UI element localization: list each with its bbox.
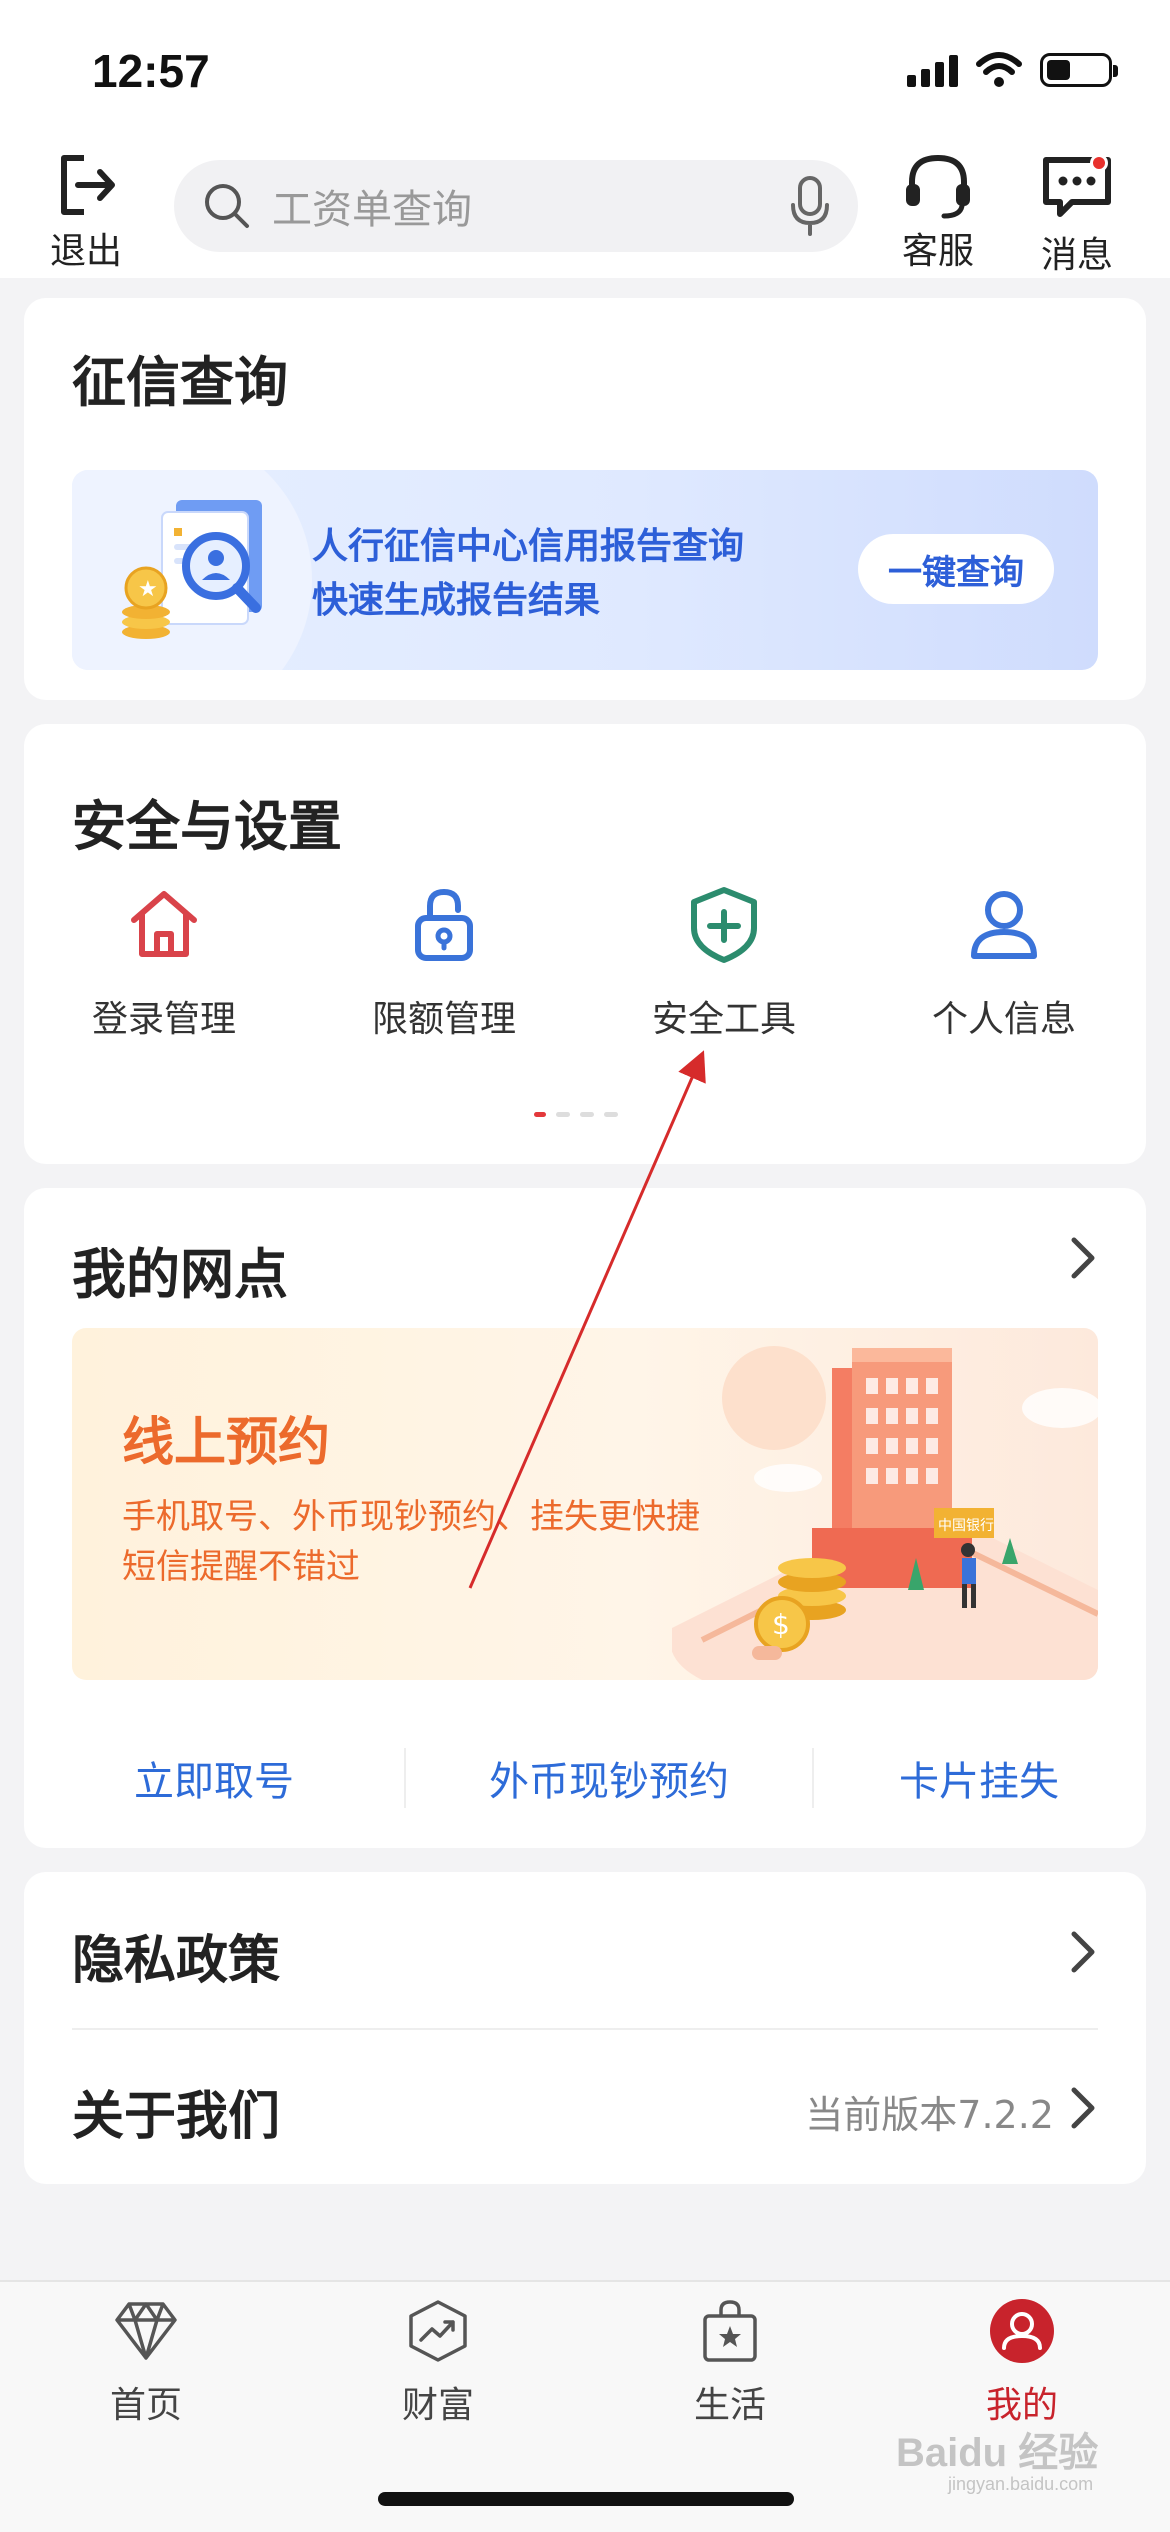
one-click-query-button[interactable]: 一键查询	[858, 534, 1054, 604]
chevron-right-icon	[1071, 2087, 1095, 2129]
house-icon	[131, 891, 197, 957]
search-placeholder: 工资单查询	[272, 187, 472, 233]
bank-sign-text: 中国银行	[938, 1518, 994, 1534]
cellular-signal-icon	[907, 53, 958, 87]
lock-icon	[415, 888, 473, 961]
my-branch-card: 我的网点 线上预约 手机取号、外币现钞预约、挂失更快捷 短信提醒不错过 中国银行…	[24, 1188, 1146, 1848]
tab-home[interactable]: 首页	[46, 2298, 246, 2428]
tab-home-label: 首页	[109, 2385, 182, 2426]
limit-management-label: 限额管理	[371, 999, 516, 1040]
bank-building-illustration: 中国银行 $	[672, 1346, 1098, 1680]
svg-text:★: ★	[138, 577, 158, 602]
credit-banner-text: 人行征信中心信用报告查询 快速生成报告结果	[312, 520, 744, 628]
shield-plus-icon	[691, 887, 757, 963]
search-bar[interactable]: 工资单查询	[174, 160, 858, 252]
card-loss-report-link[interactable]: 卡片挂失	[814, 1749, 1144, 1807]
credit-report-illustration: ★	[122, 500, 262, 639]
credit-report-banner[interactable]: ★ 人行征信中心信用报告查询 快速生成报告结果 一键查询	[72, 470, 1098, 670]
wealth-chart-icon	[409, 2300, 467, 2362]
security-tools-label: 安全工具	[651, 999, 796, 1040]
personal-info-item[interactable]: 个人信息	[864, 884, 1144, 1042]
profile-icon	[990, 2299, 1054, 2363]
security-grid: 登录管理 限额管理 安全工具 个人信息	[24, 884, 1146, 1042]
credit-banner-line2: 快速生成报告结果	[312, 580, 601, 621]
about-us-row[interactable]: 关于我们 当前版本7.2.2	[24, 2030, 1146, 2184]
messages-button[interactable]: 消息	[1040, 150, 1114, 278]
search-icon	[205, 184, 249, 228]
security-settings-title: 安全与设置	[72, 795, 342, 858]
battery-icon	[1040, 53, 1118, 87]
limit-management-item[interactable]: 限额管理	[304, 884, 584, 1042]
personal-info-label: 个人信息	[931, 999, 1076, 1040]
branch-quick-links: 立即取号 外币现钞预约 卡片挂失	[24, 1748, 1146, 1808]
tab-mine[interactable]: 我的	[922, 2298, 1122, 2428]
credit-query-card: 征信查询 ★ 人行征信中心信用报告查询 快速生成报告结果 一键查询	[24, 298, 1146, 700]
online-appointment-line1: 手机取号、外币现钞预约、挂失更快捷	[122, 1497, 700, 1537]
app-version: 当前版本7.2.2	[805, 2093, 1054, 2137]
chevron-right-icon	[1071, 1931, 1095, 1973]
status-icons	[907, 52, 1118, 88]
page-indicator	[534, 1112, 618, 1117]
customer-service-label: 客服	[901, 231, 974, 272]
unread-badge	[1090, 154, 1108, 172]
microphone-icon[interactable]	[790, 175, 830, 237]
privacy-policy-label: 隐私政策	[72, 1931, 281, 1991]
wifi-icon	[976, 52, 1022, 87]
security-settings-card: 安全与设置 登录管理 限额管理 安全工具 个人信息	[24, 724, 1146, 1164]
online-appointment-banner[interactable]: 线上预约 手机取号、外币现钞预约、挂失更快捷 短信提醒不错过 中国银行 $	[72, 1328, 1098, 1680]
headset-icon	[906, 154, 970, 219]
privacy-policy-row[interactable]: 隐私政策	[24, 1872, 1146, 2028]
take-number-link[interactable]: 立即取号	[24, 1749, 404, 1807]
logout-icon	[61, 155, 115, 215]
tab-wealth[interactable]: 财富	[338, 2298, 538, 2428]
diamond-icon	[115, 2302, 177, 2360]
tab-life[interactable]: 生活	[630, 2298, 830, 2428]
status-time: 12:57	[92, 45, 210, 97]
customer-service-button[interactable]: 客服	[900, 150, 976, 274]
tab-wealth-label: 财富	[401, 2385, 474, 2426]
online-appointment-line2: 短信提醒不错过	[122, 1547, 360, 1587]
watermark-domain: jingyan.baidu.com	[948, 2474, 1094, 2494]
foreign-cash-reservation-link[interactable]: 外币现钞预约	[406, 1749, 812, 1807]
logout-label: 退出	[50, 231, 123, 272]
chevron-right-icon[interactable]	[1068, 1236, 1098, 1280]
online-appointment-desc: 手机取号、外币现钞预约、挂失更快捷 短信提醒不错过	[122, 1492, 700, 1592]
about-us-label: 关于我们	[72, 2087, 281, 2147]
status-bar: 12:57	[0, 0, 1170, 140]
person-icon	[971, 891, 1037, 959]
home-indicator	[378, 2492, 794, 2506]
login-management-label: 登录管理	[91, 999, 236, 1040]
logout-button[interactable]: 退出	[50, 150, 122, 274]
shopping-bag-icon	[703, 2300, 757, 2362]
online-appointment-title: 线上预约	[122, 1413, 331, 1473]
credit-banner-line1: 人行征信中心信用报告查询	[312, 526, 745, 567]
security-tools-item[interactable]: 安全工具	[584, 884, 864, 1042]
baidu-watermark: Baidu 经验 jingyan.baidu.com	[896, 2420, 1098, 2495]
top-bar: 退出 工资单查询 客服 消息	[0, 140, 1170, 278]
svg-text:$: $	[772, 1608, 790, 1641]
my-branch-title[interactable]: 我的网点	[72, 1230, 288, 1309]
info-card: 隐私政策 关于我们 当前版本7.2.2	[24, 1872, 1146, 2184]
messages-label: 消息	[1040, 235, 1113, 276]
tab-life-label: 生活	[693, 2385, 766, 2426]
credit-query-title: 征信查询	[72, 351, 288, 414]
login-management-item[interactable]: 登录管理	[24, 884, 304, 1042]
watermark-brand: Baidu 经验	[896, 2431, 1099, 2475]
